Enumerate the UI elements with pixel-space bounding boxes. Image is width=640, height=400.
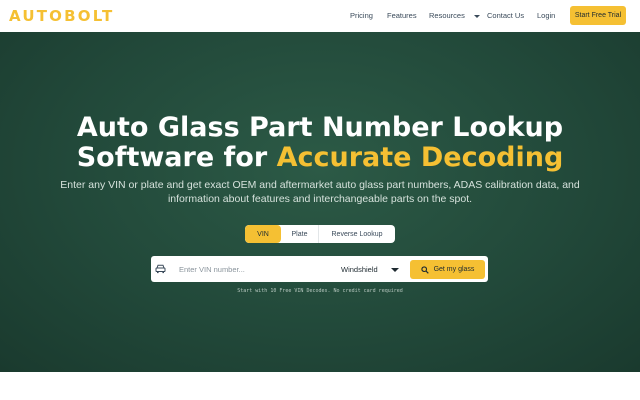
hero-title-plain: Software for [76,142,277,173]
hero-title-line1: Auto Glass Part Number Lookup [76,112,564,143]
nav-link-resources[interactable]: Resources [429,11,480,21]
tab-reverse-lookup[interactable]: Reverse Lookup [319,225,395,243]
search-icon [420,265,429,274]
tab-plate[interactable]: Plate [281,225,319,243]
top-navbar: AUTOBOLT Pricing Features Resources Cont… [0,0,640,32]
get-my-glass-label: Get my glass [433,266,475,273]
nav-link-resources-label: Resources [429,11,465,20]
chevron-down-icon [391,268,399,272]
glass-type-select[interactable]: Windshield [341,260,401,278]
vin-search-bar: Windshield Get my glass [151,256,488,282]
free-trial-note: Start with 10 Free VIN Decodes. No credi… [237,288,403,294]
hero-title-line2: Software for Accurate Decoding [0,142,640,174]
hero-subtitle: Enter any VIN or plate and get exact OEM… [60,179,580,205]
below-hero-section [0,372,640,400]
hero-title-accent: Accurate Decoding [276,142,564,173]
get-my-glass-button[interactable]: Get my glass [410,260,485,279]
brand-logo[interactable]: AUTOBOLT [9,7,114,25]
tab-vin[interactable]: VIN [245,225,281,243]
car-icon [155,264,166,274]
chevron-down-icon [473,14,480,18]
nav-link-pricing[interactable]: Pricing [350,11,373,21]
nav-link-login[interactable]: Login [537,11,555,21]
nav-link-features[interactable]: Features [387,11,417,21]
hero-section: Auto Glass Part Number Lookup Software f… [0,32,640,372]
lookup-tabs: VIN Plate Reverse Lookup [245,225,395,243]
vin-input[interactable] [179,260,329,278]
start-free-trial-button[interactable]: Start Free Trial [570,6,626,25]
glass-type-selected: Windshield [341,264,378,274]
nav-link-contact[interactable]: Contact Us [487,11,524,21]
